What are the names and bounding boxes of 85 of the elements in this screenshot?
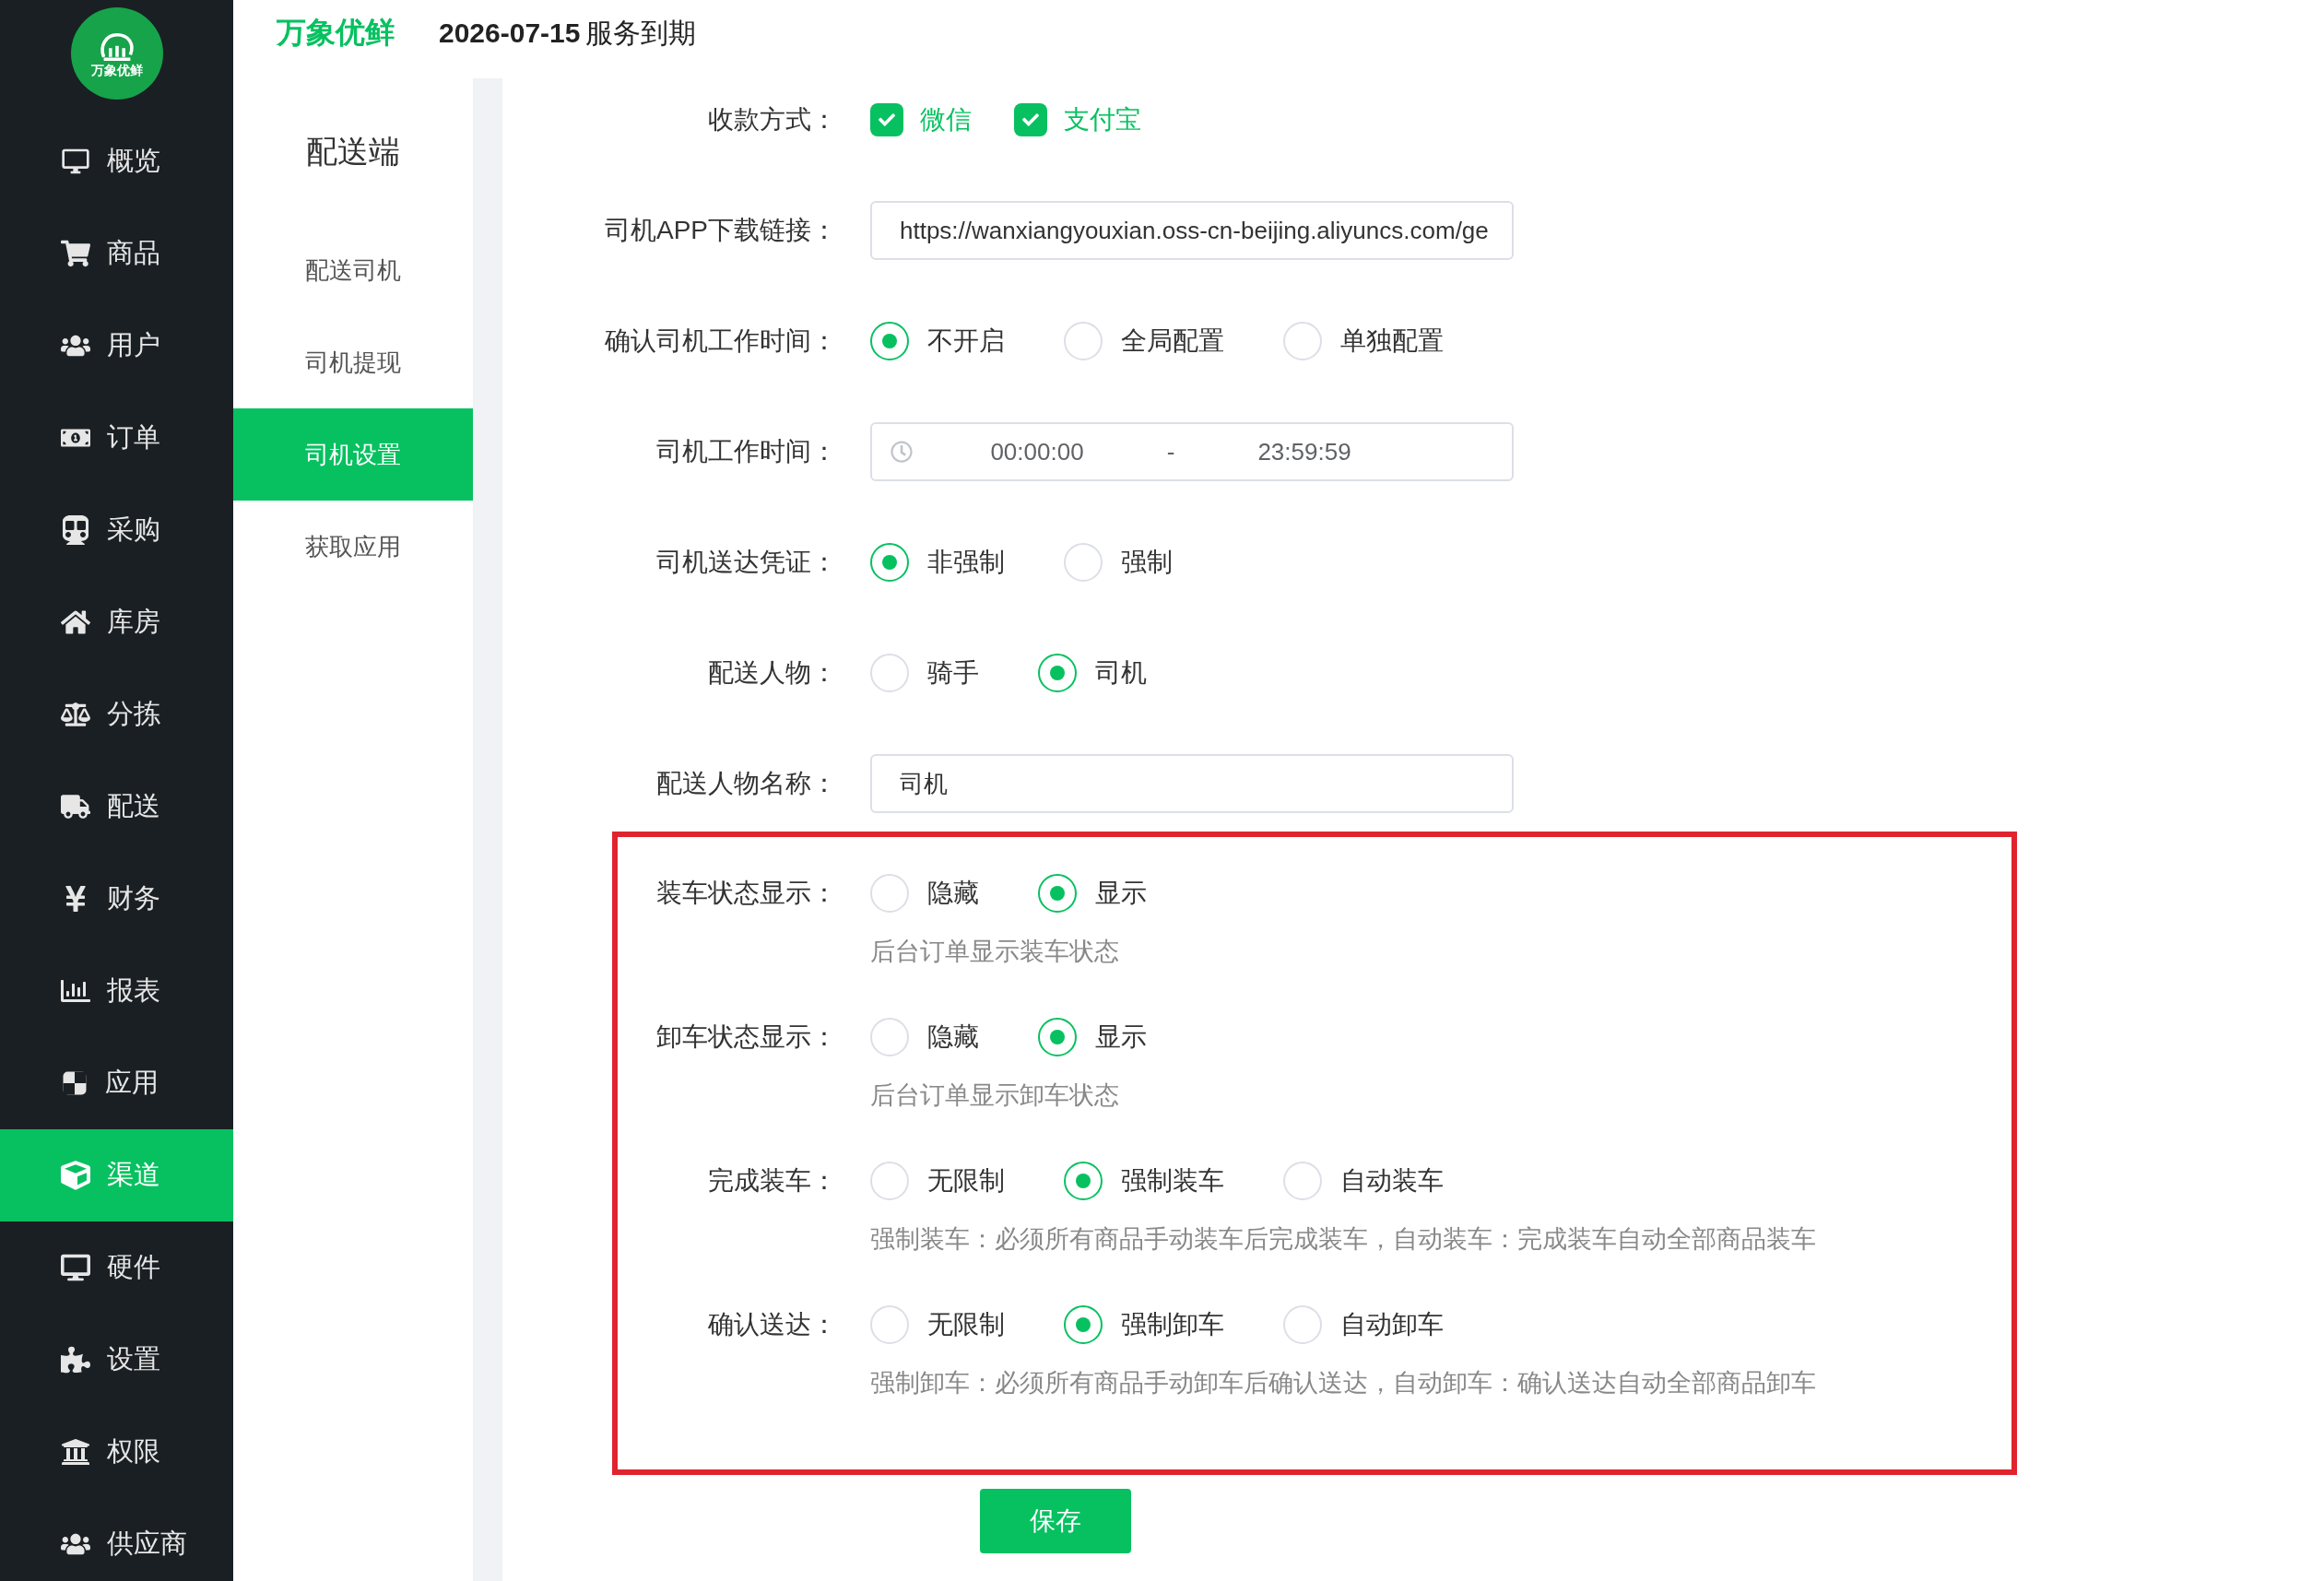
submenu-item[interactable]: 司机提现 [233,316,473,408]
submenu-item[interactable]: 配送司机 [233,224,473,316]
radio-label: 自动卸车 [1340,1309,1444,1340]
monitor-icon [61,147,90,176]
field-label: 卸车状态显示： [655,1021,837,1053]
sidebar-item[interactable]: 硬件 [0,1221,233,1314]
sidebar-item[interactable]: 概览 [0,115,233,207]
radio-button[interactable] [1038,654,1077,692]
radio-label: 无限制 [927,1165,1005,1197]
sidebar-item[interactable]: 供应商 [0,1498,233,1581]
train-icon [61,515,90,545]
expiry-label: 服务到期 [585,16,697,50]
radio-button[interactable] [1064,1162,1103,1200]
field-label: 配送人物： [707,657,837,689]
field-label: 确认司机工作时间： [604,325,837,357]
radio-label: 不开启 [927,325,1005,357]
help-text: 后台订单显示卸车状态 [870,1080,1119,1111]
field-label: 收款方式： [707,104,837,136]
submenu-title: 配送端 [305,132,401,171]
sidebar-item[interactable]: 库房 [0,576,233,668]
radio-label: 全局配置 [1121,325,1224,357]
checkbox[interactable] [870,103,903,136]
cube-icon [61,1161,90,1190]
range-separator: - [1165,436,1176,467]
submenu-item[interactable]: 获取应用 [233,501,473,593]
help-text: 强制卸车：必须所有商品手动卸车后确认送达，自动卸车：确认送达自动全部商品卸车 [870,1367,1816,1398]
field-label: 装车状态显示： [655,878,837,909]
brand-name: 万象优鲜 [277,15,395,51]
help-text: 后台订单显示装车状态 [870,936,1119,967]
help-text: 强制装车：必须所有商品手动装车后完成装车，自动装车：完成装车自动全部商品装车 [870,1223,1816,1255]
sidebar-item[interactable]: 订单 [0,392,233,484]
sidebar-item[interactable]: 设置 [0,1314,233,1406]
checkbox[interactable] [1014,103,1047,136]
radio-label: 骑手 [927,657,979,689]
sidebar-item[interactable]: 报表 [0,945,233,1037]
text-field[interactable]: 司机 [870,754,1514,813]
field-label: 司机APP下载链接： [603,215,837,246]
radio-label: 隐藏 [927,1021,979,1053]
radio-label: 显示 [1095,878,1147,909]
radio-label: 强制装车 [1121,1165,1224,1197]
sidebar-item[interactable]: 配送 [0,761,233,853]
radio-button[interactable] [1038,874,1077,913]
field-label: 完成装车： [707,1165,837,1197]
logo-text: 万象优鲜 [90,63,143,77]
checkbox-label: 支付宝 [1064,104,1141,136]
clock-icon [891,441,913,463]
radio-label: 无限制 [927,1309,1005,1340]
grid-icon [61,1069,88,1097]
sidebar-item[interactable]: 商品 [0,207,233,300]
radio-label: 隐藏 [927,878,979,909]
sidebar-item[interactable]: 采购 [0,484,233,576]
check-icon [1022,112,1039,128]
bank-icon [61,1437,90,1467]
radio-label: 自动装车 [1340,1165,1444,1197]
radio-label: 显示 [1095,1021,1147,1053]
radio-label: 单独配置 [1340,325,1444,357]
text-field[interactable]: https://wanxiangyouxian.oss-cn-beijing.aliyuncs.com/ge [870,201,1514,260]
radio-button[interactable] [870,322,909,360]
puzzle-icon [61,1345,90,1375]
expiry-date: 2026-07-15 [439,16,581,50]
radio-button[interactable] [1064,1305,1103,1344]
radio-button[interactable] [870,543,909,582]
radio-label: 强制卸车 [1121,1309,1224,1340]
field-label: 确认送达： [707,1309,837,1340]
radio-button[interactable] [1038,1018,1077,1056]
start-time: 00:00:00 [989,436,1085,467]
field-label: 司机送达凭证： [655,547,837,578]
monitor-icon [61,1253,90,1282]
radio-label: 强制 [1121,547,1173,578]
cart-icon [61,239,90,268]
end-time: 23:59:59 [1256,436,1352,467]
check-icon [879,112,895,128]
time-range-field[interactable]: 00:00:00 - 23:59:59 [870,422,1514,481]
truck-icon [61,792,90,821]
field-label: 配送人物名称： [655,768,837,799]
sidebar-item[interactable]: 应用 [0,1037,233,1129]
sidebar-item[interactable]: 分拣 [0,668,233,761]
field-label: 司机工作时间： [655,436,837,467]
radio-label: 非强制 [927,547,1005,578]
sidebar-item[interactable]: 财务 [0,853,233,945]
sidebar-item[interactable]: 用户 [0,300,233,392]
sidebar-item[interactable]: 权限 [0,1406,233,1498]
scale-icon [61,700,90,729]
checkbox-label: 微信 [920,104,972,136]
radio-label: 司机 [1095,657,1147,689]
